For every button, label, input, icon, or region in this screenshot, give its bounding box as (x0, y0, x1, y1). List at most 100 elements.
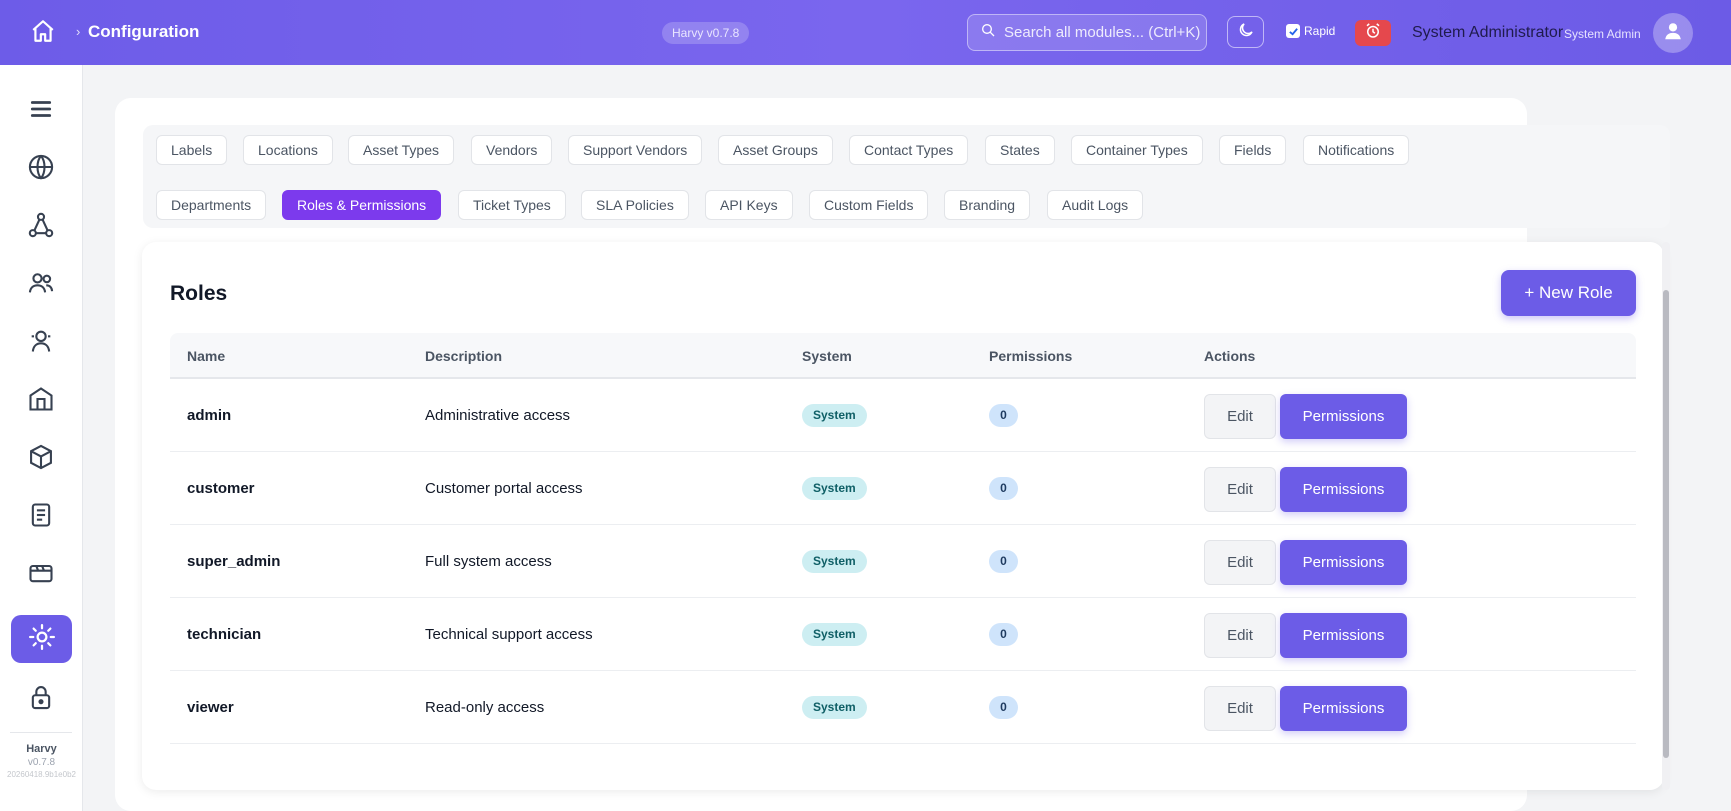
tab-custom-fields[interactable]: Custom Fields (809, 190, 929, 220)
moon-icon (1237, 21, 1255, 44)
tab-sla-policies[interactable]: SLA Policies (581, 190, 689, 220)
sidebar-divider (10, 732, 72, 733)
roles-heading: Roles (170, 282, 228, 305)
network-icon (27, 211, 55, 244)
footer-build: 20260418.9b1e0b2 (7, 770, 76, 779)
system-badge: System (802, 404, 867, 427)
building-icon (27, 385, 55, 418)
column-header-permissions: Permissions (989, 348, 1073, 364)
globe-icon (27, 153, 55, 186)
role-description: Technical support access (425, 626, 593, 643)
tab-contact-types[interactable]: Contact Types (849, 135, 969, 165)
new-role-button[interactable]: + New Role (1501, 270, 1636, 316)
role-name: technician (187, 626, 262, 643)
system-badge: System (802, 623, 867, 646)
user-name: System Administrator (1412, 24, 1564, 41)
role-name: viewer (187, 699, 234, 716)
table-header: Name Description System Permissions Acti… (170, 333, 1636, 379)
system-badge: System (802, 696, 867, 719)
sidebar-item-tickets[interactable] (25, 559, 57, 591)
permissions-button[interactable]: Permissions (1280, 686, 1407, 731)
tab-vendors[interactable]: Vendors (471, 135, 553, 165)
table-row: viewer Read-only access System 0 Edit Pe… (170, 671, 1636, 744)
column-header-system: System (802, 348, 852, 364)
sidebar-item-documents[interactable] (25, 501, 57, 533)
edit-button[interactable]: Edit (1204, 540, 1276, 585)
sidebar-item-users[interactable] (25, 269, 57, 301)
tab-notifications[interactable]: Notifications (1303, 135, 1410, 165)
permission-count-badge: 0 (989, 696, 1018, 719)
tab-api-keys[interactable]: API Keys (705, 190, 793, 220)
sidebar-item-assets[interactable] (25, 443, 57, 475)
tab-audit-logs[interactable]: Audit Logs (1047, 190, 1144, 220)
global-search[interactable] (967, 14, 1207, 51)
role-description: Administrative access (425, 407, 571, 424)
menu-icon (28, 96, 54, 127)
sidebar-item-buildings[interactable] (25, 385, 57, 417)
table-row: admin Administrative access System 0 Edi… (170, 379, 1636, 452)
role-name: customer (187, 480, 255, 497)
user-icon (1662, 20, 1684, 47)
tab-states[interactable]: States (985, 135, 1055, 165)
column-header-description: Description (425, 348, 503, 364)
tab-roles-permissions[interactable]: Roles & Permissions (282, 190, 442, 220)
tab-departments[interactable]: Departments (156, 190, 267, 220)
system-badge: System (802, 477, 867, 500)
users-icon (27, 269, 55, 302)
rapid-toggle[interactable]: Rapid (1286, 24, 1335, 38)
tab-container-types[interactable]: Container Types (1071, 135, 1203, 165)
user-role: System Admin (1564, 27, 1641, 41)
sidebar-item-globe[interactable] (25, 153, 57, 185)
permissions-button[interactable]: Permissions (1280, 467, 1407, 512)
sidebar-item-menu[interactable] (25, 95, 57, 127)
home-icon (30, 18, 56, 49)
tab-ticket-types[interactable]: Ticket Types (458, 190, 566, 220)
scrollbar-thumb[interactable] (1663, 290, 1669, 758)
avatar[interactable] (1653, 13, 1693, 53)
column-header-name: Name (187, 348, 226, 364)
edit-button[interactable]: Edit (1204, 467, 1276, 512)
breadcrumb-separator: › (76, 24, 81, 39)
role-name: super_admin (187, 553, 281, 570)
lock-icon (27, 683, 55, 716)
tab-asset-types[interactable]: Asset Types (348, 135, 455, 165)
table-row: super_admin Full system access System 0 … (170, 525, 1636, 598)
alarm-clock-icon (1364, 22, 1382, 45)
permission-count-badge: 0 (989, 550, 1018, 573)
rapid-checkbox[interactable] (1286, 24, 1300, 38)
sidebar: Harvy v0.7.8 20260418.9b1e0b2 (0, 65, 83, 811)
permissions-button[interactable]: Permissions (1280, 394, 1407, 439)
tab-fields[interactable]: Fields (1219, 135, 1287, 165)
edit-button[interactable]: Edit (1204, 394, 1276, 439)
permissions-button[interactable]: Permissions (1280, 540, 1407, 585)
sidebar-item-security[interactable] (25, 683, 57, 715)
tab-locations[interactable]: Locations (243, 135, 333, 165)
permission-count-badge: 0 (989, 404, 1018, 427)
top-bar: › Configuration Harvy v0.7.8 Rapid Syste… (0, 0, 1731, 65)
alarm-button[interactable] (1355, 20, 1391, 46)
search-input[interactable] (1004, 24, 1204, 41)
document-icon (27, 501, 55, 534)
home-button[interactable] (28, 18, 58, 48)
table-row: technician Technical support access Syst… (170, 598, 1636, 671)
sidebar-item-agents[interactable] (25, 327, 57, 359)
tab-branding[interactable]: Branding (944, 190, 1031, 220)
sidebar-item-network[interactable] (25, 211, 57, 243)
footer-app-name: Harvy (26, 743, 57, 755)
settings-icon (27, 622, 57, 657)
sidebar-item-settings[interactable] (11, 615, 72, 663)
search-icon (980, 22, 996, 43)
edit-button[interactable]: Edit (1204, 686, 1276, 731)
footer-version: v0.7.8 (27, 757, 56, 768)
tab-asset-groups[interactable]: Asset Groups (718, 135, 833, 165)
column-header-actions: Actions (1204, 348, 1256, 364)
roles-table: Name Description System Permissions Acti… (170, 333, 1636, 744)
rapid-label: Rapid (1304, 24, 1336, 38)
role-description: Customer portal access (425, 480, 583, 497)
permissions-button[interactable]: Permissions (1280, 613, 1407, 658)
edit-button[interactable]: Edit (1204, 613, 1276, 658)
tab-support-vendors[interactable]: Support Vendors (568, 135, 703, 165)
theme-toggle-button[interactable] (1227, 16, 1264, 48)
role-description: Full system access (425, 553, 552, 570)
tab-labels[interactable]: Labels (156, 135, 228, 165)
